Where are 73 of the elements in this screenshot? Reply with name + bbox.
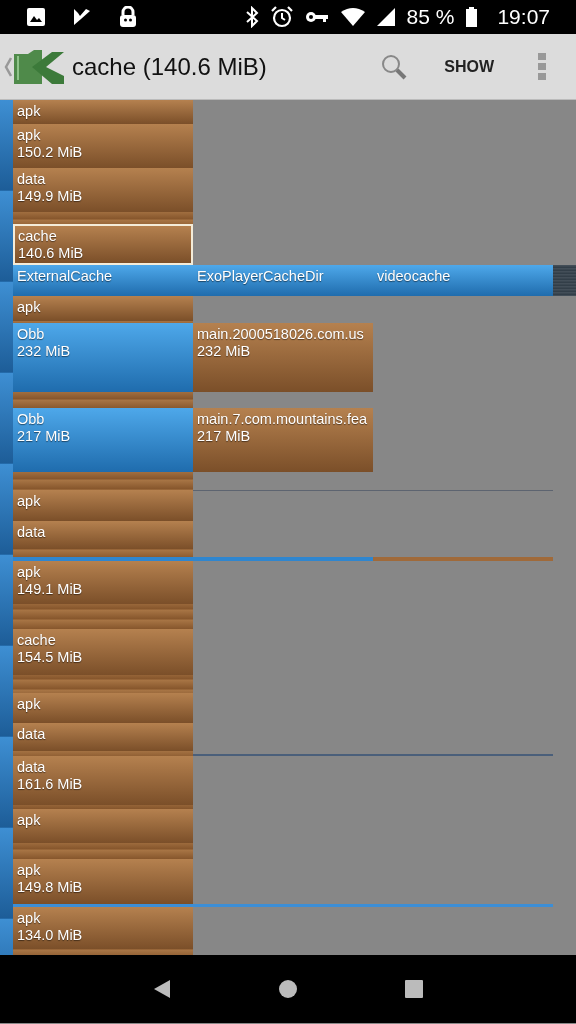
bluetooth-icon: [244, 6, 259, 28]
block-label: main.2000518026.com.us: [197, 326, 365, 343]
block-label: apk: [17, 812, 42, 829]
file-block[interactable]: data: [13, 723, 193, 751]
folder-block[interactable]: Obb 217 MiB: [13, 408, 193, 472]
file-block[interactable]: main.7.com.mountains.fea 217 MiB: [193, 408, 373, 472]
file-block[interactable]: apk: [13, 809, 193, 843]
block-label: data: [17, 171, 47, 188]
alarm-icon: [270, 6, 293, 28]
file-block[interactable]: main.2000518026.com.us 232 MiB: [193, 323, 373, 392]
file-block[interactable]: data 161.6 MiB: [13, 756, 193, 805]
file-block[interactable]: cache 140.6 MiB: [13, 224, 193, 265]
file-block[interactable]: apk: [13, 100, 193, 124]
image-icon: [26, 7, 46, 27]
file-block[interactable]: data 149.9 MiB: [13, 168, 193, 212]
window-title: cache (140.6 MiB): [72, 52, 268, 81]
file-block[interactable]: data: [13, 521, 193, 549]
block-label: apk: [17, 103, 42, 120]
block-label: apk: [17, 910, 42, 927]
block-label: ExternalCache: [17, 268, 114, 285]
block-size: 217 MiB: [17, 428, 72, 445]
block-label: data: [17, 759, 47, 776]
file-block[interactable]: apk: [13, 296, 193, 321]
block-label: cache: [18, 228, 58, 245]
file-block[interactable]: cache 154.5 MiB: [13, 629, 193, 675]
block-label: apk: [17, 696, 42, 713]
block-size: 150.2 MiB: [17, 144, 84, 161]
block-size: 161.6 MiB: [17, 776, 84, 793]
block-size: 217 MiB: [197, 428, 252, 445]
block-label: apk: [17, 127, 42, 144]
folder-block[interactable]: Obb 232 MiB: [13, 323, 193, 392]
block-size: 149.1 MiB: [17, 581, 84, 598]
battery-icon: [466, 7, 478, 27]
block-label: Obb: [17, 326, 46, 343]
folder-block[interactable]: videocache: [373, 265, 553, 296]
wifi-icon: [340, 8, 365, 26]
signal-icon: [376, 8, 395, 26]
search-icon[interactable]: [380, 52, 409, 81]
block-size: 149.8 MiB: [17, 879, 84, 896]
folder-block[interactable]: ExternalCache: [13, 265, 193, 296]
clock: 19:07: [497, 5, 550, 29]
show-button[interactable]: SHOW: [438, 49, 500, 84]
lock-icon: [118, 6, 138, 28]
file-block[interactable]: apk 149.1 MiB: [13, 561, 193, 604]
block-label: apk: [17, 493, 42, 510]
block-label: ExoPlayerCacheDir: [197, 268, 325, 285]
file-block[interactable]: apk 150.2 MiB: [13, 124, 193, 168]
key-icon: [304, 10, 329, 24]
file-block[interactable]: apk 134.0 MiB: [13, 907, 193, 949]
battery-percent: 85 %: [406, 5, 455, 29]
overflow-menu-icon[interactable]: [538, 52, 546, 81]
file-block[interactable]: apk: [13, 490, 193, 521]
block-label: videocache: [377, 268, 452, 285]
block-label: Obb: [17, 411, 46, 428]
block-size: 134.0 MiB: [17, 927, 84, 944]
block-label: apk: [17, 564, 42, 581]
file-block[interactable]: apk 149.8 MiB: [13, 859, 193, 904]
block-size: 149.9 MiB: [17, 188, 84, 205]
block-label: data: [17, 524, 47, 541]
block-size: 154.5 MiB: [17, 649, 84, 666]
block-label: data: [17, 726, 47, 743]
recents-icon[interactable]: [404, 980, 423, 998]
block-label: cache: [17, 632, 57, 649]
block-label: apk: [17, 299, 42, 316]
block-size: 140.6 MiB: [18, 245, 85, 262]
block-size: 232 MiB: [197, 343, 252, 360]
back-icon[interactable]: [153, 979, 172, 999]
home-icon[interactable]: [278, 979, 298, 999]
block-label: main.7.com.mountains.fea: [197, 411, 369, 428]
block-label: apk: [17, 862, 42, 879]
block-size: 232 MiB: [17, 343, 72, 360]
file-block[interactable]: apk: [13, 693, 193, 723]
folder-block[interactable]: ExoPlayerCacheDir: [193, 265, 373, 296]
